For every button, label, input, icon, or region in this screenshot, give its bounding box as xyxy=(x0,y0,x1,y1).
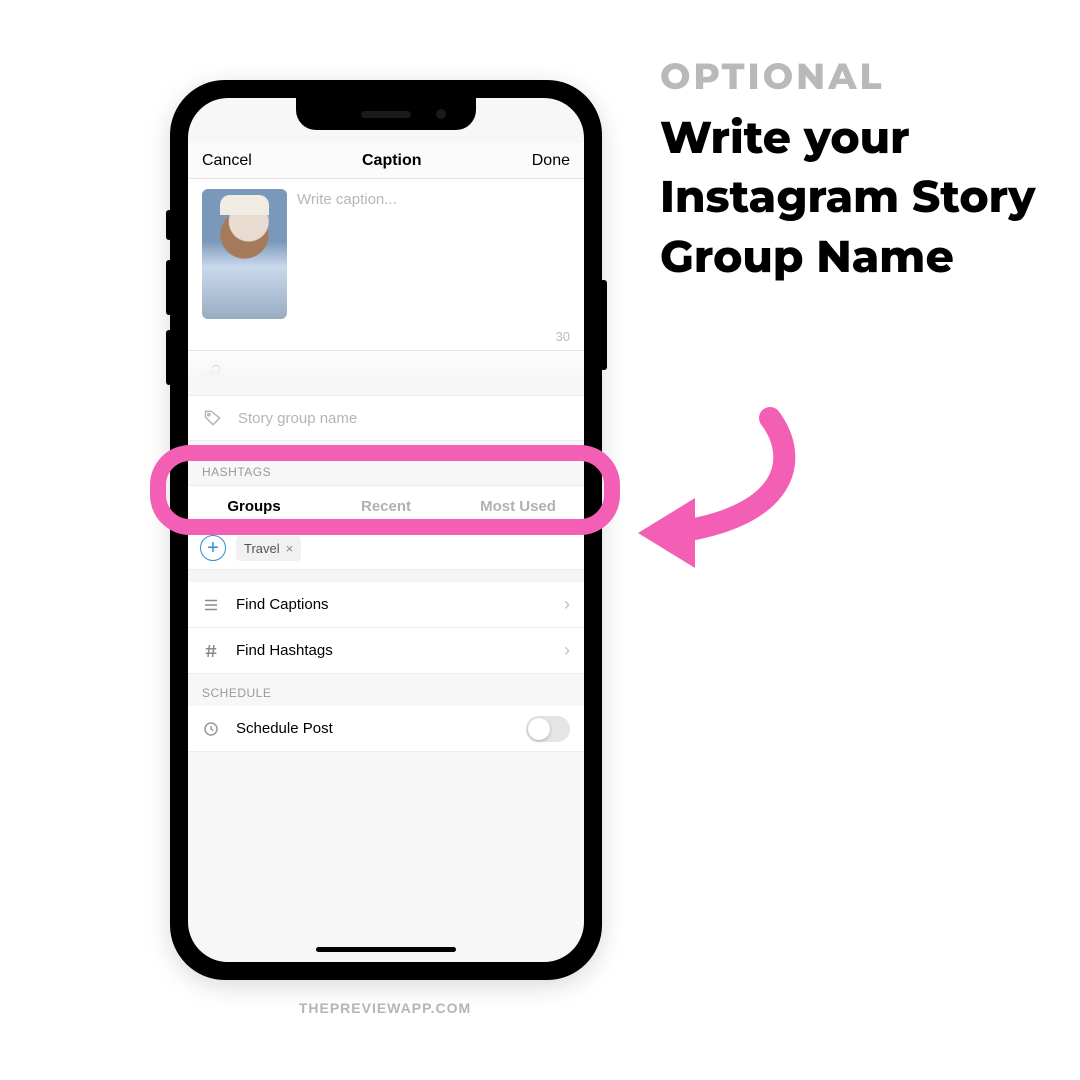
add-link-row[interactable] xyxy=(188,351,584,396)
phone-mockup: Cancel Caption Done Write caption... 30 … xyxy=(170,80,602,980)
add-group-button[interactable]: + xyxy=(200,535,226,561)
page-title: Caption xyxy=(362,152,422,170)
hashtag-tabs: Groups Recent Most Used xyxy=(188,485,584,527)
lines-icon xyxy=(202,596,220,614)
callout-arrow-icon xyxy=(620,398,820,578)
hash-icon xyxy=(202,642,220,660)
tab-recent[interactable]: Recent xyxy=(320,486,452,526)
watermark: THEPREVIEWAPP.COM xyxy=(275,1000,495,1016)
caption-editor[interactable]: Write caption... xyxy=(188,179,584,329)
story-group-name-row[interactable]: Story group name xyxy=(188,396,584,441)
phone-screen: Cancel Caption Done Write caption... 30 … xyxy=(188,98,584,962)
instruction-headline: Write your Instagram Story Group Name xyxy=(660,109,1060,287)
instruction-eyebrow: OPTIONAL xyxy=(660,55,1060,99)
tab-most-used[interactable]: Most Used xyxy=(452,486,584,526)
schedule-section-label: SCHEDULE xyxy=(188,674,584,706)
cancel-button[interactable]: Cancel xyxy=(202,152,252,170)
find-captions-label: Find Captions xyxy=(236,596,329,613)
caption-placeholder: Write caption... xyxy=(297,189,397,325)
schedule-post-row[interactable]: Schedule Post xyxy=(188,706,584,752)
phone-notch xyxy=(296,98,476,130)
caption-char-counter: 30 xyxy=(188,329,584,351)
story-group-placeholder: Story group name xyxy=(238,410,357,427)
hashtag-chip[interactable]: Travel × xyxy=(236,536,301,561)
caption-navbar: Cancel Caption Done xyxy=(188,143,584,179)
done-button[interactable]: Done xyxy=(532,152,570,170)
tab-groups[interactable]: Groups xyxy=(188,486,320,526)
post-thumbnail[interactable] xyxy=(202,189,287,319)
schedule-toggle[interactable] xyxy=(526,716,570,742)
instruction-block: OPTIONAL Write your Instagram Story Grou… xyxy=(660,55,1060,287)
schedule-post-label: Schedule Post xyxy=(236,720,333,737)
chevron-right-icon: › xyxy=(564,640,570,661)
hashtags-section-label: HASHTAGS xyxy=(188,453,584,485)
clock-icon xyxy=(202,720,220,738)
home-indicator xyxy=(316,947,456,952)
tag-icon xyxy=(202,408,224,428)
hashtag-group-chips: + Travel × xyxy=(188,527,584,570)
chip-remove-icon[interactable]: × xyxy=(286,541,294,556)
find-hashtags-label: Find Hashtags xyxy=(236,642,333,659)
find-hashtags-row[interactable]: Find Hashtags › xyxy=(188,628,584,674)
chip-label: Travel xyxy=(244,541,280,556)
link-icon xyxy=(202,364,224,382)
find-captions-row[interactable]: Find Captions › xyxy=(188,582,584,628)
chevron-right-icon: › xyxy=(564,594,570,615)
